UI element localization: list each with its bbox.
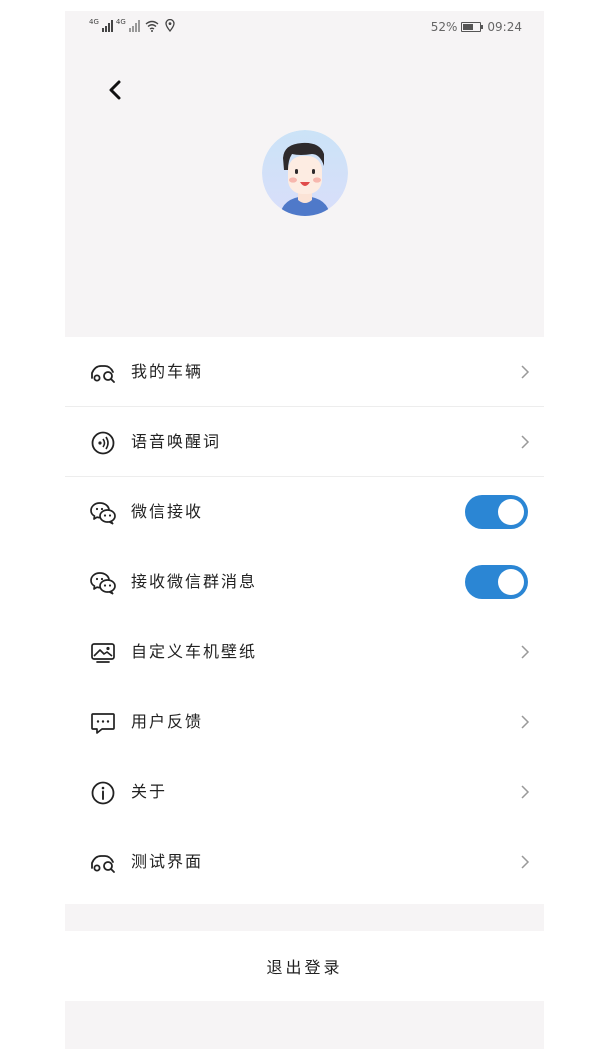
battery-fill: [463, 24, 473, 30]
battery-icon: [461, 22, 484, 32]
wechat-icon: [90, 572, 116, 595]
menu-item-custom-wallpaper[interactable]: 自定义车机壁纸: [65, 617, 544, 687]
clock: 09:24: [487, 20, 522, 34]
chevron-right-icon: [521, 365, 530, 379]
wallpaper-icon: [91, 643, 115, 663]
chevron-left-icon: [109, 80, 121, 100]
back-button[interactable]: [103, 77, 129, 103]
settings-menu: 我的车辆 语音唤醒词 微信接收 接收微信群消息 自定义车机壁纸 用户反馈 关于 …: [65, 337, 544, 897]
menu-item-label: 自定义车机壁纸: [131, 642, 258, 661]
menu-item-about[interactable]: 关于: [65, 757, 544, 827]
toggle-knob: [498, 569, 524, 595]
phone-screen: 4G 4G 52% 09:24 我的车辆 语音唤醒词 微信接收 接收微信群消息 …: [65, 11, 544, 1049]
voice-wake-icon: [91, 431, 115, 455]
car-search-icon: [91, 365, 115, 383]
status-bar: 4G 4G 52% 09:24: [65, 11, 544, 45]
wechat-receive-toggle[interactable]: [465, 495, 528, 529]
wechat-icon: [90, 502, 116, 525]
chevron-right-icon: [521, 715, 530, 729]
chevron-right-icon: [521, 785, 530, 799]
network-type-1: 4G: [89, 18, 99, 26]
menu-item-label: 我的车辆: [131, 362, 204, 381]
avatar[interactable]: [262, 130, 348, 216]
menu-item-my-vehicle[interactable]: 我的车辆: [65, 337, 544, 407]
wechat-group-toggle[interactable]: [465, 565, 528, 599]
status-right: 52% 09:24: [431, 20, 522, 34]
feedback-icon: [91, 713, 115, 734]
menu-item-receive-wechat-group: 接收微信群消息: [65, 547, 544, 617]
signal-icon-1: [101, 20, 113, 32]
car-search-icon: [91, 855, 115, 873]
section-spacer: [65, 904, 544, 931]
menu-item-label: 测试界面: [131, 852, 204, 871]
toggle-knob: [498, 499, 524, 525]
menu-item-wechat-receive: 微信接收: [65, 477, 544, 547]
menu-item-voice-wake-word[interactable]: 语音唤醒词: [65, 407, 544, 477]
info-icon: [91, 781, 115, 805]
menu-item-user-feedback[interactable]: 用户反馈: [65, 687, 544, 757]
chevron-right-icon: [521, 855, 530, 869]
network-type-2: 4G: [115, 18, 126, 26]
profile-header: 4G 4G 52% 09:24: [65, 11, 544, 337]
menu-item-label: 微信接收: [131, 502, 204, 521]
menu-item-label: 接收微信群消息: [131, 572, 258, 591]
status-left: 4G 4G: [89, 19, 175, 32]
user-avatar-illustration: [262, 130, 348, 216]
wifi-icon: [145, 20, 159, 32]
location-icon: [165, 19, 175, 32]
bottom-spacer: [65, 1001, 544, 1049]
chevron-right-icon: [521, 435, 530, 449]
chevron-right-icon: [521, 645, 530, 659]
menu-item-label: 关于: [131, 782, 168, 801]
menu-item-label: 用户反馈: [131, 712, 204, 731]
signal-icon-2: [128, 20, 140, 32]
menu-item-label: 语音唤醒词: [131, 432, 222, 451]
menu-item-test-screen[interactable]: 测试界面: [65, 827, 544, 897]
battery-percent: 52%: [430, 20, 458, 34]
logout-button[interactable]: 退出登录: [65, 931, 544, 1001]
